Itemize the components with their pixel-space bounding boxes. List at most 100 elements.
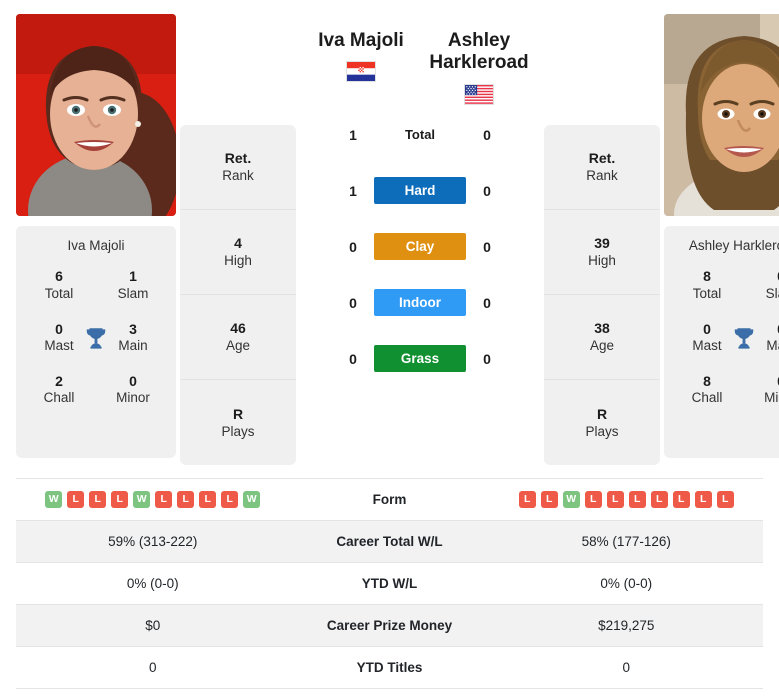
croatia-flag-icon — [346, 61, 376, 83]
right-ytd-wl: 0% (0-0) — [600, 576, 653, 591]
h2h-left-score: 1 — [349, 126, 357, 143]
left-ytd-wl: 0% (0-0) — [126, 576, 179, 591]
right-titles-total-label: Total — [692, 285, 722, 301]
form-badge-l[interactable]: L — [518, 491, 536, 508]
left-titles-total-label: Total — [44, 285, 74, 301]
right-rank-row: Ret. Rank — [544, 125, 660, 210]
form-badge-l[interactable]: L — [155, 491, 173, 508]
h2h-row: 0 Grass 0 — [302, 331, 538, 387]
right-career-wl: 58% (177-126) — [581, 534, 671, 549]
right-age-label: Age — [589, 338, 615, 354]
left-rank-value: Ret. — [224, 150, 252, 167]
comparison-table: WLLLWLLLLW Form LLWLLLLLLL 59% (313-222)… — [16, 478, 763, 689]
left-player-column: Iva Majoli 6 Total 1 Slam 0 Mast 3 Main … — [16, 14, 176, 458]
left-age-label: Age — [225, 338, 251, 354]
left-rank-label: Rank — [222, 168, 254, 184]
right-titles-total-value: 8 — [703, 268, 711, 285]
form-badge-l[interactable]: L — [694, 491, 712, 508]
left-age-value: 46 — [230, 320, 246, 337]
form-badge-l[interactable]: L — [177, 491, 195, 508]
form-badge-w[interactable]: W — [45, 491, 63, 508]
right-high-label: High — [588, 253, 616, 269]
h2h-surface-clay[interactable]: Clay — [374, 233, 466, 261]
right-player-photo[interactable] — [664, 14, 779, 216]
right-titles-chall-label: Chall — [691, 390, 723, 406]
left-form-badges: WLLLWLLLLW — [16, 491, 290, 508]
h2h-row: 1 Hard 0 — [302, 163, 538, 219]
trophy-icon — [731, 325, 757, 351]
table-row-career-wl: 59% (313-222) Career Total W/L 58% (177-… — [16, 521, 763, 563]
left-titles-slam-label: Slam — [117, 285, 149, 301]
form-badge-l[interactable]: L — [584, 491, 602, 508]
h2h-row: 0 Clay 0 — [302, 219, 538, 275]
h2h-surface-total: Total — [404, 127, 436, 143]
h2h-surface-hard[interactable]: Hard — [374, 177, 466, 205]
row-label-prize-money: Career Prize Money — [326, 618, 453, 633]
left-plays-row: R Plays — [180, 380, 296, 465]
h2h-surface-indoor[interactable]: Indoor — [374, 289, 466, 317]
left-high-label: High — [224, 253, 252, 269]
player-comparison-page: Iva Majoli 6 Total 1 Slam 0 Mast 3 Main … — [0, 0, 779, 699]
left-high-row: 4 High — [180, 210, 296, 295]
form-badge-w[interactable]: W — [562, 491, 580, 508]
h2h-row: 0 Indoor 0 — [302, 275, 538, 331]
left-prize-money: $0 — [145, 618, 161, 633]
form-badge-w[interactable]: W — [133, 491, 151, 508]
form-badge-l[interactable]: L — [628, 491, 646, 508]
right-card-player-name: Ashley Harkleroad — [688, 238, 779, 253]
right-titles-chall-value: 8 — [703, 372, 711, 389]
right-form-cell: LLWLLLLLLL — [490, 491, 764, 508]
form-badge-l[interactable]: L — [199, 491, 217, 508]
row-label-form: Form — [372, 492, 407, 507]
left-titles-slam: 1 Slam — [96, 268, 170, 302]
h2h-left-score: 0 — [349, 294, 357, 311]
left-rank-card: Ret. Rank 4 High 46 Age R Plays — [180, 125, 296, 465]
form-badge-l[interactable]: L — [221, 491, 239, 508]
head-to-head-column: Iva Majoli Ashley Harkleroad 1 Total 0 1… — [296, 14, 544, 387]
h2h-names-row: Iva Majoli Ashley Harkleroad — [302, 14, 538, 105]
h2h-surface-grass[interactable]: Grass — [374, 345, 466, 373]
form-badge-l[interactable]: L — [89, 491, 107, 508]
form-badge-l[interactable]: L — [540, 491, 558, 508]
trophy-icon — [83, 325, 109, 351]
h2h-right-score: 0 — [483, 182, 491, 199]
left-player-heading: Iva Majoli — [302, 14, 420, 83]
left-high-value: 4 — [234, 235, 242, 252]
left-player-photo[interactable] — [16, 14, 176, 216]
right-titles-minor: 0 Minor — [744, 373, 779, 407]
table-row-ytd-titles: 0 YTD Titles 0 — [16, 647, 763, 689]
right-titles-card: Ashley Harkleroad 8 Total 0 Slam 0 Mast — [664, 226, 779, 458]
right-plays-value: R — [596, 405, 608, 422]
right-titles-minor-label: Minor — [764, 390, 779, 406]
form-badge-l[interactable]: L — [606, 491, 624, 508]
form-badge-l[interactable]: L — [650, 491, 668, 508]
left-player-name[interactable]: Iva Majoli — [318, 30, 404, 52]
right-player-heading: Ashley Harkleroad — [420, 14, 538, 105]
right-form-badges: LLWLLLLLLL — [490, 491, 764, 508]
right-titles-grid: 8 Total 0 Slam 0 Mast 0 Main — [670, 268, 779, 407]
right-prize-money: $219,275 — [598, 618, 655, 633]
left-titles-minor-value: 0 — [129, 372, 137, 389]
right-titles-slam-value: 0 — [744, 268, 779, 286]
right-age-row: 38 Age — [544, 295, 660, 380]
form-badge-l[interactable]: L — [672, 491, 690, 508]
form-badge-l[interactable]: L — [111, 491, 129, 508]
right-titles-total: 8 Total — [670, 268, 744, 302]
right-high-row: 39 High — [544, 210, 660, 295]
left-titles-minor-label: Minor — [116, 390, 150, 406]
form-badge-l[interactable]: L — [716, 491, 734, 508]
left-titles-total-value: 6 — [55, 268, 63, 285]
left-age-row: 46 Age — [180, 295, 296, 380]
form-badge-l[interactable]: L — [67, 491, 85, 508]
form-badge-w[interactable]: W — [243, 491, 261, 508]
right-titles-chall: 8 Chall — [670, 373, 744, 407]
left-plays-value: R — [232, 405, 244, 422]
left-titles-card: Iva Majoli 6 Total 1 Slam 0 Mast 3 Main … — [16, 226, 176, 458]
left-titles-chall-value: 2 — [55, 372, 63, 389]
right-player-name[interactable]: Ashley Harkleroad — [420, 30, 538, 75]
row-label-career-wl: Career Total W/L — [336, 534, 443, 549]
left-rank-row: Ret. Rank — [180, 125, 296, 210]
h2h-left-score: 0 — [349, 238, 357, 255]
right-rank-value: Ret. — [588, 150, 616, 167]
h2h-right-score: 0 — [483, 126, 491, 143]
